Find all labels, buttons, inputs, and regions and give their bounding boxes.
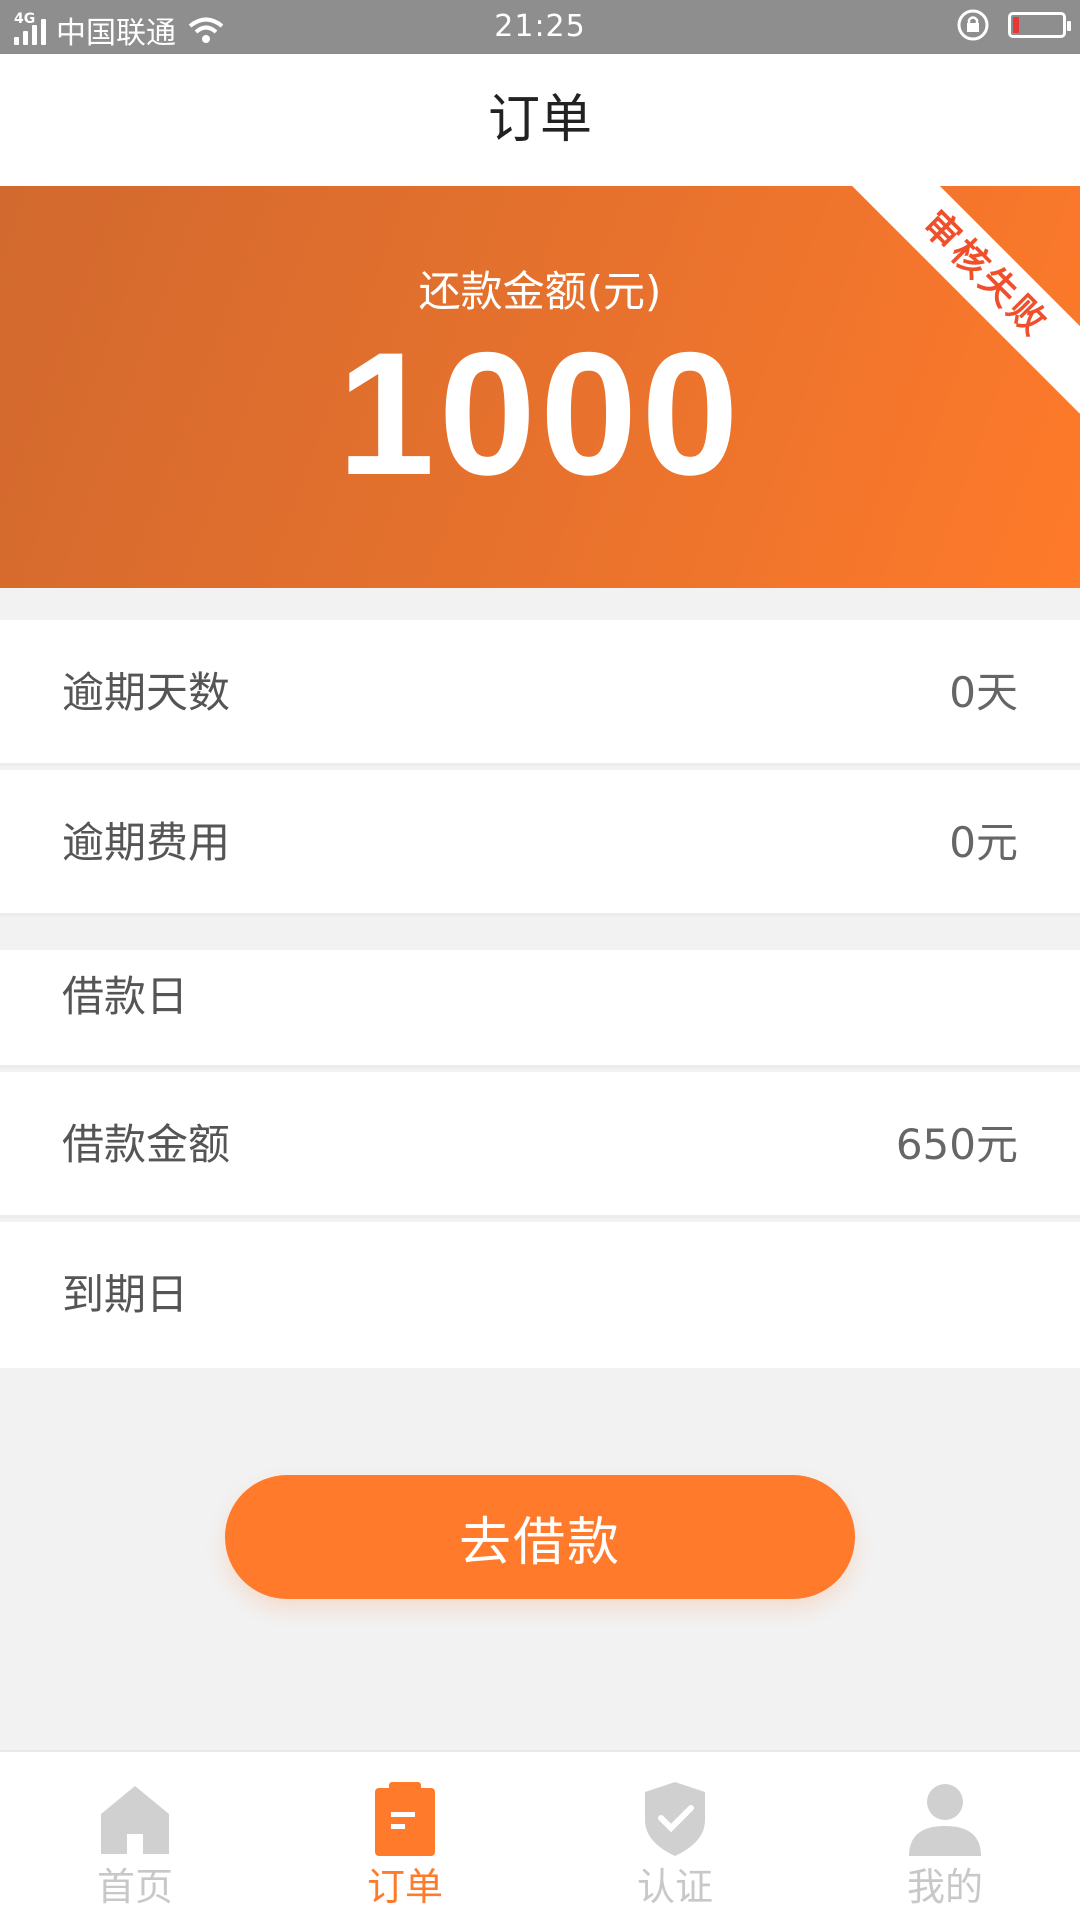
repayment-banner: 还款金额(元) 1000 审核失败 xyxy=(0,186,1080,588)
row-overdue-days: 逾期天数 0天 xyxy=(0,620,1080,766)
row-loan-date: 借款日 xyxy=(0,950,1080,1068)
row-label: 逾期费用 xyxy=(62,818,231,867)
bottom-nav: 首页 订单 认证 我的 xyxy=(0,1750,1080,1920)
repayment-amount: 1000 xyxy=(337,317,743,512)
shield-check-icon xyxy=(645,1782,705,1856)
page-title: 订单 xyxy=(487,90,592,150)
status-bar: 4G 中国联通 21:25 xyxy=(0,0,1080,54)
tab-label: 我的 xyxy=(906,1865,983,1909)
row-value: 650元 xyxy=(895,1120,1018,1169)
tab-verify[interactable]: 认证 xyxy=(540,1752,810,1920)
tab-label: 认证 xyxy=(636,1865,713,1909)
tab-label: 订单 xyxy=(366,1865,443,1909)
row-value: 0元 xyxy=(949,818,1018,867)
tab-mine[interactable]: 我的 xyxy=(810,1752,1080,1920)
row-loan-amount: 借款金额 650元 xyxy=(0,1072,1080,1218)
row-label: 借款金额 xyxy=(62,1120,231,1169)
repayment-amount-label: 还款金额(元) xyxy=(418,267,662,316)
order-icon xyxy=(375,1782,435,1856)
rotation-lock-icon xyxy=(957,9,989,41)
title-bar: 订单 xyxy=(0,54,1080,186)
home-icon xyxy=(101,1786,169,1854)
tab-label: 首页 xyxy=(96,1865,173,1909)
battery-icon xyxy=(1008,12,1071,38)
row-label: 逾期天数 xyxy=(62,668,231,717)
row-value: 0天 xyxy=(949,668,1018,717)
row-due-date: 到期日 xyxy=(0,1222,1080,1368)
tab-order[interactable]: 订单 xyxy=(270,1752,540,1920)
row-label: 借款日 xyxy=(62,972,189,1021)
status-time: 21:25 xyxy=(494,9,586,44)
borrow-button[interactable]: 去借款 xyxy=(225,1475,855,1599)
tab-home[interactable]: 首页 xyxy=(0,1752,270,1920)
user-icon xyxy=(909,1784,981,1856)
row-overdue-fee: 逾期费用 0元 xyxy=(0,770,1080,916)
row-label: 到期日 xyxy=(62,1270,189,1319)
status-right xyxy=(956,8,1071,42)
